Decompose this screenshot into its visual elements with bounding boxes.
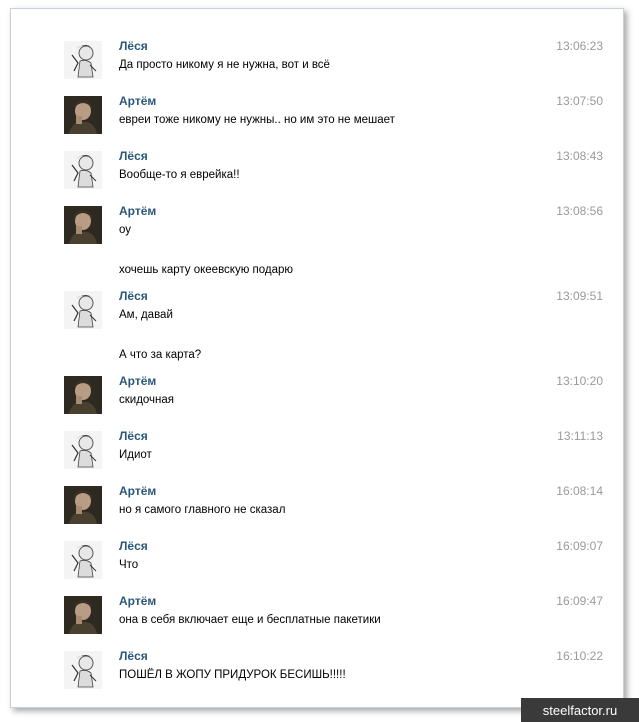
- artem-avatar[interactable]: [64, 486, 102, 524]
- artem-avatar[interactable]: [64, 596, 102, 634]
- author-name[interactable]: Лёся: [119, 429, 148, 443]
- lesya-avatar[interactable]: [64, 41, 102, 79]
- artem-avatar[interactable]: [64, 96, 102, 134]
- message-text: скидочная: [119, 394, 175, 406]
- artem-avatar[interactable]: [64, 206, 102, 244]
- message-text: ПОШЁЛ В ЖОПУ ПРИДУРОК БЕСИШЬ!!!!!: [119, 669, 346, 681]
- lesya-avatar[interactable]: [64, 431, 102, 469]
- message-time: 13:08:43: [556, 149, 603, 163]
- author-name[interactable]: Лёся: [119, 539, 148, 553]
- message-text: Ам, давай: [119, 309, 173, 321]
- message-time: 16:10:22: [556, 649, 603, 663]
- author-name[interactable]: Лёся: [119, 39, 148, 53]
- message-time: 13:06:23: [556, 39, 603, 53]
- message-time: 13:11:13: [557, 429, 603, 443]
- lesya-avatar[interactable]: [64, 651, 102, 689]
- message-time: 16:09:47: [556, 594, 603, 608]
- lesya-avatar[interactable]: [64, 151, 102, 189]
- message-text: она в себя включает еще и бесплатные пак…: [119, 614, 381, 626]
- message-time: 13:08:56: [556, 204, 603, 218]
- message-time: 16:09:07: [556, 539, 603, 553]
- site-watermark: steelfactor.ru: [521, 698, 639, 722]
- message-time: 13:10:20: [556, 374, 603, 388]
- author-name[interactable]: Лёся: [119, 149, 148, 163]
- author-name[interactable]: Артём: [119, 204, 156, 218]
- message-time: 13:07:50: [556, 94, 603, 108]
- message-text: евреи тоже никому не нужны.. но им это н…: [119, 114, 395, 126]
- message-time: 16:08:14: [556, 484, 603, 498]
- message-text: хочешь карту океевскую подарю: [119, 264, 294, 276]
- lesya-avatar[interactable]: [64, 541, 102, 579]
- author-name[interactable]: Артём: [119, 94, 156, 108]
- author-name[interactable]: Лёся: [119, 289, 148, 303]
- message-text: но я самого главного не сказал: [119, 504, 286, 516]
- author-name[interactable]: Лёся: [119, 649, 148, 663]
- message-history: Лёся 13:06:23 Да просто никому я не нужна,…: [11, 9, 623, 707]
- author-name[interactable]: Артём: [119, 374, 156, 388]
- lesya-avatar[interactable]: [64, 291, 102, 329]
- message-time: 13:09:51: [556, 289, 603, 303]
- message-text: Вообще-то я еврейка!!: [119, 169, 240, 181]
- message-text: А что за карта?: [119, 349, 202, 361]
- author-name[interactable]: Артём: [119, 594, 156, 608]
- message-text: оу: [119, 224, 132, 236]
- chat-window: Лёся 13:06:23 Да просто никому я не нужна,…: [10, 8, 624, 708]
- author-name[interactable]: Артём: [119, 484, 156, 498]
- message-text: Идиот: [119, 449, 152, 461]
- message-text: Да просто никому я не нужна, вот и всё: [119, 59, 330, 71]
- message-text: Что: [119, 559, 139, 571]
- artem-avatar[interactable]: [64, 376, 102, 414]
